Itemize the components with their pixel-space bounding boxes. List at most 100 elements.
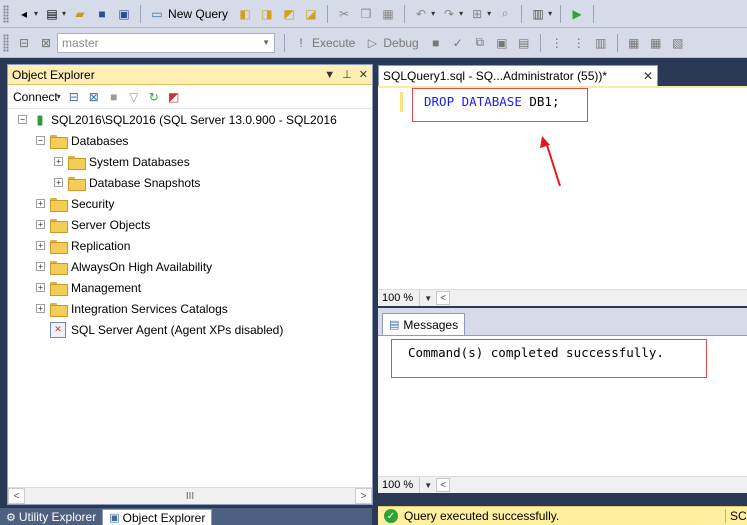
save-icon[interactable]: ■	[93, 5, 111, 23]
analysis-dmx-query-icon[interactable]: ◩	[280, 5, 298, 23]
back-dropdown-icon[interactable]: ▾	[34, 9, 38, 18]
tree-node-sql-agent[interactable]: ✕ SQL Server Agent (Agent XPs disabled)	[8, 319, 372, 340]
cut-icon[interactable]: ✂	[335, 5, 353, 23]
cancel-query-icon[interactable]: ■	[427, 34, 445, 52]
results-to-text-icon[interactable]: ▦	[625, 34, 643, 52]
tab-object-explorer[interactable]: ▣ Object Explorer	[102, 509, 213, 525]
expand-icon[interactable]: +	[36, 262, 45, 271]
undo-dropdown-icon[interactable]: ▾	[431, 9, 435, 18]
back-icon[interactable]: ◂	[15, 5, 33, 23]
scroll-left-icon[interactable]: <	[8, 488, 25, 504]
live-stats-icon[interactable]: ⋮	[570, 34, 588, 52]
databases-label: Databases	[71, 133, 129, 148]
debug-button[interactable]: Debug	[383, 36, 418, 50]
window-position-icon[interactable]: ▼	[324, 69, 335, 81]
results-zoom-value[interactable]: 100 %	[378, 477, 421, 493]
execute-icon[interactable]: !	[292, 34, 310, 52]
stop-icon[interactable]: ■	[105, 88, 123, 106]
tree-node-replication[interactable]: + Replication	[8, 235, 372, 256]
estimated-plan-icon[interactable]: ⧉	[471, 34, 489, 52]
scroll-thumb[interactable]: III	[25, 491, 355, 502]
expand-icon[interactable]: +	[54, 178, 63, 187]
change-connection-icon[interactable]: ⊠	[37, 34, 55, 52]
tree-node-database-snapshots[interactable]: + Database Snapshots	[8, 172, 372, 193]
results-to-file-icon[interactable]: ▧	[669, 34, 687, 52]
tab-utility-explorer[interactable]: ⚙ Utility Explorer	[0, 509, 102, 525]
tree-node-alwayson[interactable]: + AlwaysOn High Availability	[8, 256, 372, 277]
horizontal-scrollbar[interactable]: < III >	[8, 487, 372, 504]
filter-icon[interactable]: ▽	[125, 88, 143, 106]
save-all-icon[interactable]: ▣	[115, 5, 133, 23]
tree-node-system-databases[interactable]: + System Databases	[8, 151, 372, 172]
tab-messages[interactable]: ▤ Messages	[382, 313, 466, 335]
navigate-dropdown-icon[interactable]: ▾	[487, 9, 491, 18]
close-icon[interactable]: ✕	[359, 68, 368, 81]
pin-icon[interactable]: ⊥	[342, 68, 352, 81]
client-stats-icon[interactable]: ▥	[592, 34, 610, 52]
scroll-left-icon[interactable]: <	[436, 291, 451, 305]
expand-icon[interactable]: +	[36, 283, 45, 292]
tree-node-security[interactable]: + Security	[8, 193, 372, 214]
intellisense-icon[interactable]: ▤	[515, 34, 533, 52]
start-icon[interactable]: ▶	[568, 5, 586, 23]
code-line[interactable]: DROP DATABASE DB1;	[424, 94, 560, 109]
result-message: Command(s) completed successfully.	[408, 345, 664, 360]
copy-icon[interactable]: ❐	[357, 5, 375, 23]
folder-icon	[50, 239, 68, 254]
editor-zoom-value[interactable]: 100 %	[378, 290, 421, 306]
security-label: Security	[71, 196, 115, 211]
new-project-dropdown-icon[interactable]: ▾	[62, 9, 66, 18]
tree-node-server[interactable]: − ▮ SQL2016\SQL2016 (SQL Server 13.0.900…	[8, 109, 372, 130]
include-actual-plan-icon[interactable]: ⋮	[548, 34, 566, 52]
find-icon[interactable]: ⌕	[496, 5, 514, 23]
new-query-button[interactable]: New Query	[168, 7, 228, 21]
tree-node-server-objects[interactable]: + Server Objects	[8, 214, 372, 235]
expand-icon[interactable]: +	[54, 157, 63, 166]
activity-monitor-icon[interactable]: ◩	[165, 88, 183, 106]
changed-line-marker	[400, 92, 403, 112]
execute-button[interactable]: Execute	[312, 36, 355, 50]
expand-icon[interactable]: +	[36, 220, 45, 229]
disconnect-icon[interactable]: ⊠	[85, 88, 103, 106]
paste-icon[interactable]: ▦	[379, 5, 397, 23]
connect-dropdown-icon[interactable]: ▾	[57, 92, 61, 101]
collapse-icon[interactable]: −	[36, 136, 45, 145]
navigate-icon[interactable]: ⊞	[468, 5, 486, 23]
analysis-mdx-query-icon[interactable]: ◨	[258, 5, 276, 23]
redo-dropdown-icon[interactable]: ▾	[459, 9, 463, 18]
tree-node-databases[interactable]: − Databases	[8, 130, 372, 151]
close-tab-icon[interactable]: ✕	[643, 69, 653, 83]
refresh-icon[interactable]: ↻	[145, 88, 163, 106]
collapse-icon[interactable]: −	[18, 115, 27, 124]
new-query-icon[interactable]: ▭	[148, 5, 166, 23]
tab-sqlquery1[interactable]: SQLQuery1.sql - SQ...Administrator (55))…	[378, 65, 658, 86]
redo-icon[interactable]: ↷	[440, 5, 458, 23]
tree-node-management[interactable]: + Management	[8, 277, 372, 298]
undo-icon[interactable]: ↶	[412, 5, 430, 23]
toolbar-grip[interactable]	[3, 33, 9, 52]
connect-button[interactable]: Connect	[13, 90, 58, 104]
connect-object-explorer-icon[interactable]: ⊟	[65, 88, 83, 106]
query-options-icon[interactable]: ▣	[493, 34, 511, 52]
parse-icon[interactable]: ✓	[449, 34, 467, 52]
tree-node-integration-services[interactable]: + Integration Services Catalogs	[8, 298, 372, 319]
connect-icon[interactable]: ⊟	[15, 34, 33, 52]
zoom-dropdown-icon[interactable]: ▼	[420, 294, 436, 303]
expand-icon[interactable]: +	[36, 241, 45, 250]
zoom-dropdown-icon[interactable]: ▼	[420, 481, 436, 490]
new-project-icon[interactable]: ▤	[43, 5, 61, 23]
results-to-grid-icon[interactable]: ▦	[647, 34, 665, 52]
expand-icon[interactable]: +	[36, 304, 45, 313]
solution-explorer-icon[interactable]: ▥	[529, 5, 547, 23]
available-databases-select[interactable]: master ▼	[57, 32, 275, 53]
debug-icon[interactable]: ▷	[363, 34, 381, 52]
db-engine-query-icon[interactable]: ◧	[236, 5, 254, 23]
scroll-left-icon[interactable]: <	[436, 478, 451, 492]
toolbar-grip[interactable]	[3, 4, 9, 23]
analysis-xmla-query-icon[interactable]: ◪	[302, 5, 320, 23]
solution-dropdown-icon[interactable]: ▾	[548, 9, 552, 18]
expand-icon[interactable]: +	[36, 199, 45, 208]
open-file-icon[interactable]: ▰	[71, 5, 89, 23]
scroll-right-icon[interactable]: >	[355, 488, 372, 504]
query-editor[interactable]: DROP DATABASE DB1;	[378, 86, 747, 289]
